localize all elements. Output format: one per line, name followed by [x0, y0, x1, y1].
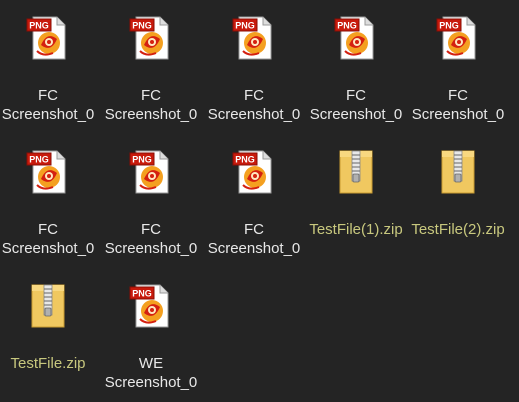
file-name: FC Screenshot_0 [204, 86, 304, 124]
png-badge: PNG [29, 155, 49, 165]
file-name-line1: WE [138, 355, 164, 372]
file-name-line1: FC [244, 87, 264, 104]
file-name: TestFile(1).zip [306, 220, 406, 239]
file-name-line1: FC [448, 87, 468, 104]
file-name-line2: Screenshot_0 [104, 106, 198, 123]
file-item[interactable]: PNG FC Screenshot_0 [204, 134, 304, 258]
file-name: FC Screenshot_0 [101, 86, 201, 124]
file-name-line1: FC [141, 221, 161, 238]
png-badge: PNG [337, 21, 357, 31]
png-file-icon: PNG [126, 147, 176, 197]
png-badge: PNG [132, 21, 152, 31]
file-name-line2: Screenshot_0 [1, 106, 95, 123]
file-name: FC Screenshot_0 [204, 220, 304, 258]
file-name-line2: Screenshot_0 [104, 374, 198, 391]
file-item[interactable]: PNG FC Screenshot_0 [101, 0, 201, 124]
png-file-icon: PNG [229, 13, 279, 63]
zip-folder-icon [23, 281, 73, 331]
file-item[interactable]: PNG FC Screenshot_0 [306, 0, 406, 124]
zip-folder-icon [433, 147, 483, 197]
file-name-line2: Screenshot_0 [411, 106, 505, 123]
png-badge: PNG [235, 21, 255, 31]
file-name-line2: Screenshot_0 [1, 240, 95, 257]
png-badge: PNG [29, 21, 49, 31]
file-item[interactable]: PNG FC Screenshot_0 [101, 134, 201, 258]
file-item[interactable]: TestFile.zip [0, 268, 98, 392]
png-file-icon: PNG [331, 13, 381, 63]
file-item[interactable]: PNG FC Screenshot_0 [0, 0, 98, 124]
png-badge: PNG [132, 289, 152, 299]
file-name: TestFile.zip [0, 354, 98, 373]
png-badge: PNG [439, 21, 459, 31]
png-file-icon: PNG [433, 13, 483, 63]
zip-folder-icon [331, 147, 381, 197]
file-name: FC Screenshot_0 [408, 86, 508, 124]
file-name-line1: TestFile(2).zip [411, 221, 505, 238]
png-file-icon: PNG [126, 281, 176, 331]
file-name: WE Screenshot_0 [101, 354, 201, 392]
png-badge: PNG [132, 155, 152, 165]
file-item[interactable]: PNG WE Screenshot_0 [101, 268, 201, 392]
file-name-line2: Screenshot_0 [309, 106, 403, 123]
file-name-line1: FC [244, 221, 264, 238]
file-name: FC Screenshot_0 [306, 86, 406, 124]
file-item[interactable]: PNG FC Screenshot_0 [0, 134, 98, 258]
file-name-line1: FC [38, 87, 58, 104]
png-file-icon: PNG [126, 13, 176, 63]
file-name-line1: TestFile.zip [10, 355, 86, 372]
file-name: FC Screenshot_0 [0, 86, 98, 124]
file-name-line2: Screenshot_0 [207, 106, 301, 123]
png-badge: PNG [235, 155, 255, 165]
file-name: FC Screenshot_0 [101, 220, 201, 258]
file-name-line2: Screenshot_0 [104, 240, 198, 257]
png-file-icon: PNG [229, 147, 279, 197]
file-name-line1: FC [141, 87, 161, 104]
file-name-line1: FC [38, 221, 58, 238]
file-item[interactable]: TestFile(1).zip [306, 134, 406, 258]
png-file-icon: PNG [23, 147, 73, 197]
file-name: FC Screenshot_0 [0, 220, 98, 258]
png-file-icon: PNG [23, 13, 73, 63]
file-name-line1: FC [346, 87, 366, 104]
file-name: TestFile(2).zip [408, 220, 508, 239]
file-name-line1: TestFile(1).zip [309, 221, 403, 238]
file-name-line2: Screenshot_0 [207, 240, 301, 257]
file-item[interactable]: TestFile(2).zip [408, 134, 508, 258]
file-item[interactable]: PNG FC Screenshot_0 [408, 0, 508, 124]
file-item[interactable]: PNG FC Screenshot_0 [204, 0, 304, 124]
file-grid: PNG FC Screenshot_0 PNG FC Screenshot_0 … [0, 0, 519, 402]
